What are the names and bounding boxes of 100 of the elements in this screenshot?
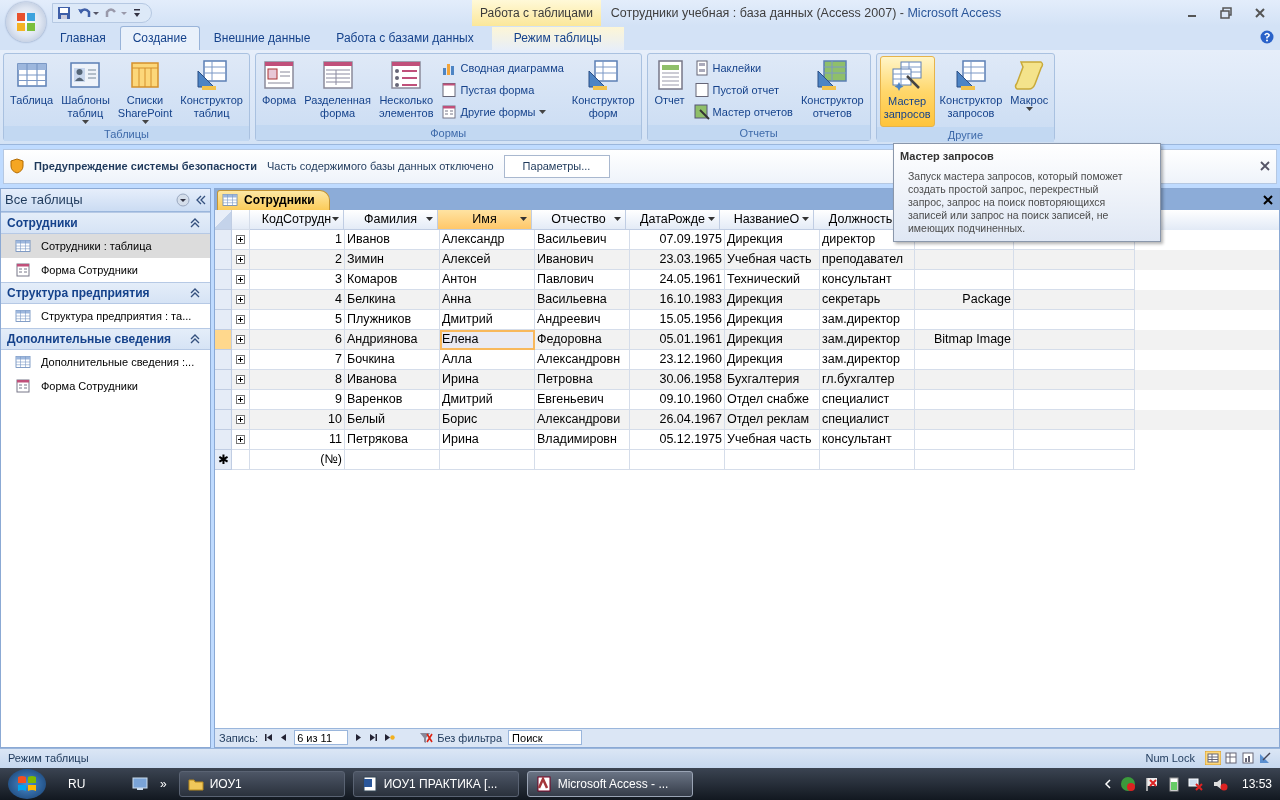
ribbon-button[interactable]: Форма xyxy=(258,56,300,125)
navigation-group[interactable]: Сотрудники xyxy=(1,211,210,234)
ribbon-button[interactable]: Отчет xyxy=(650,56,689,125)
next-record-icon[interactable] xyxy=(354,733,364,743)
filter-button[interactable]: Без фильтра xyxy=(419,731,503,744)
navigation-item[interactable]: Форма Сотрудники xyxy=(1,373,210,398)
ribbon-tab[interactable]: Главная xyxy=(48,27,118,50)
close-icon[interactable] xyxy=(1263,194,1273,205)
ribbon-button[interactable]: Наклейки xyxy=(690,58,796,78)
new-record-icon[interactable] xyxy=(384,733,396,743)
flag-icon[interactable] xyxy=(1143,776,1160,793)
expand-icon[interactable] xyxy=(236,254,245,264)
taskbar-button[interactable]: Microsoft Access - ... xyxy=(526,771,693,798)
office-button[interactable] xyxy=(6,2,46,42)
navigation-item[interactable]: Структура предприятия : та... xyxy=(1,303,210,328)
collapse-icon[interactable] xyxy=(190,333,200,344)
navigation-group[interactable]: Структура предприятия xyxy=(1,281,210,304)
dropdown-arrow-icon[interactable] xyxy=(332,217,339,222)
ribbon-button[interactable]: Конструктор форм xyxy=(568,56,638,125)
options-button[interactable]: Параметры... xyxy=(503,154,610,178)
close-icon[interactable] xyxy=(1254,7,1266,19)
ribbon-button[interactable]: Сводная диаграмма xyxy=(438,58,567,78)
customize-icon[interactable] xyxy=(133,8,141,18)
navigation-item[interactable]: Форма Сотрудники xyxy=(1,257,210,282)
expand-icon[interactable] xyxy=(236,314,245,324)
expand-icon[interactable] xyxy=(236,414,245,424)
dropdown-arrow-icon[interactable] xyxy=(81,120,89,124)
ribbon-button[interactable]: Конструктор отчетов xyxy=(797,56,867,125)
record-field[interactable]: 6 из 11 xyxy=(294,730,349,746)
first-record-icon[interactable] xyxy=(264,733,274,743)
ribbon-button[interactable]: Разделенная форма xyxy=(301,56,374,125)
ribbon-button[interactable]: Другие формы xyxy=(438,102,567,122)
dropdown-arrow-icon[interactable] xyxy=(141,120,149,124)
ribbon-button[interactable]: Шаблоны таблиц xyxy=(58,56,113,126)
expand-icon[interactable] xyxy=(236,294,245,304)
show-desktop-icon[interactable] xyxy=(132,777,148,792)
dropdown-arrow-icon[interactable] xyxy=(802,217,809,222)
ribbon-tab[interactable]: Режим таблицы xyxy=(491,27,624,50)
start-button[interactable] xyxy=(8,769,46,800)
volume-icon[interactable] xyxy=(1211,776,1228,793)
dropdown-icon[interactable] xyxy=(176,192,190,207)
pivot-table-icon[interactable] xyxy=(1224,751,1238,766)
ribbon-button[interactable]: Пустая форма xyxy=(438,80,567,100)
ribbon-button[interactable]: Мастер отчетов xyxy=(690,102,796,122)
ribbon-button[interactable]: Мастер запросов xyxy=(879,56,935,127)
tray-expand-icon[interactable] xyxy=(1103,779,1112,790)
ribbon-tab[interactable]: Создание xyxy=(119,26,200,50)
ribbon-button[interactable]: Таблица xyxy=(7,56,57,125)
ribbon-button[interactable]: Конструктор таблиц xyxy=(177,56,246,125)
column-header[interactable]: Имя xyxy=(438,209,532,230)
previous-record-icon[interactable] xyxy=(279,733,289,743)
ribbon-button[interactable]: Конструктор запросов xyxy=(936,56,1006,125)
collapse-icon[interactable] xyxy=(190,217,200,228)
dropdown-arrow-icon[interactable] xyxy=(614,217,621,222)
column-header[interactable]: ДатаРожде xyxy=(626,209,720,230)
close-icon[interactable] xyxy=(1260,161,1270,172)
datasheet-view-icon[interactable] xyxy=(1205,751,1221,766)
table-cell: 11 xyxy=(250,429,345,450)
collapse-icon[interactable] xyxy=(190,287,200,298)
ribbon-tab[interactable]: Внешние данные xyxy=(201,27,323,50)
last-record-icon[interactable] xyxy=(369,733,379,743)
security-alert-icon[interactable] xyxy=(1119,776,1136,793)
expand-icon[interactable] xyxy=(236,434,245,444)
expand-icon[interactable] xyxy=(236,334,245,344)
dropdown-arrow-icon[interactable] xyxy=(538,110,546,114)
ribbon-button[interactable]: Несколько элементов xyxy=(375,56,437,125)
search-field[interactable]: Поиск xyxy=(508,730,583,746)
battery-icon[interactable] xyxy=(1167,776,1180,793)
dropdown-arrow-icon[interactable] xyxy=(520,217,527,222)
save-icon[interactable] xyxy=(57,6,71,20)
taskbar-button[interactable]: ИОУ1 xyxy=(178,771,345,798)
help-icon[interactable] xyxy=(1260,30,1274,44)
navigation-item[interactable]: Сотрудники : таблица xyxy=(1,233,210,258)
column-header[interactable]: КодСотрудн xyxy=(250,209,344,230)
column-header[interactable]: НазваниеО xyxy=(720,209,814,230)
navigation-group[interactable]: Дополнительные сведения xyxy=(1,327,210,350)
collapse-icon[interactable] xyxy=(196,194,206,205)
dropdown-arrow-icon[interactable] xyxy=(1025,107,1033,111)
column-header[interactable]: Отчество xyxy=(532,209,626,230)
expand-icon[interactable] xyxy=(236,354,245,364)
more-button[interactable]: » xyxy=(160,777,167,792)
taskbar-button[interactable]: ИОУ1 ПРАКТИКА [... xyxy=(352,771,519,798)
document-tab[interactable]: Сотрудники xyxy=(217,189,330,210)
expand-icon[interactable] xyxy=(236,374,245,384)
ribbon-button[interactable]: Пустой отчет xyxy=(690,80,796,100)
pivot-chart-icon[interactable] xyxy=(1241,751,1255,766)
navigation-item[interactable]: Дополнительные сведения :... xyxy=(1,349,210,374)
ribbon-tab[interactable]: Работа с базами данных xyxy=(324,27,486,50)
language-indicator[interactable]: RU xyxy=(68,777,118,792)
dropdown-arrow-icon[interactable] xyxy=(426,217,433,222)
dropdown-arrow-icon[interactable] xyxy=(708,217,715,222)
expand-icon[interactable] xyxy=(236,274,245,284)
expand-icon[interactable] xyxy=(236,394,245,404)
ribbon-button[interactable]: Списки SharePoint xyxy=(114,56,176,126)
design-view-icon[interactable] xyxy=(1258,751,1272,766)
restore-icon[interactable] xyxy=(1220,7,1232,19)
expand-icon[interactable] xyxy=(236,234,245,244)
undo-icon[interactable] xyxy=(77,6,99,20)
network-icon[interactable] xyxy=(1187,776,1204,793)
ribbon-button[interactable]: Макрос xyxy=(1007,56,1052,125)
